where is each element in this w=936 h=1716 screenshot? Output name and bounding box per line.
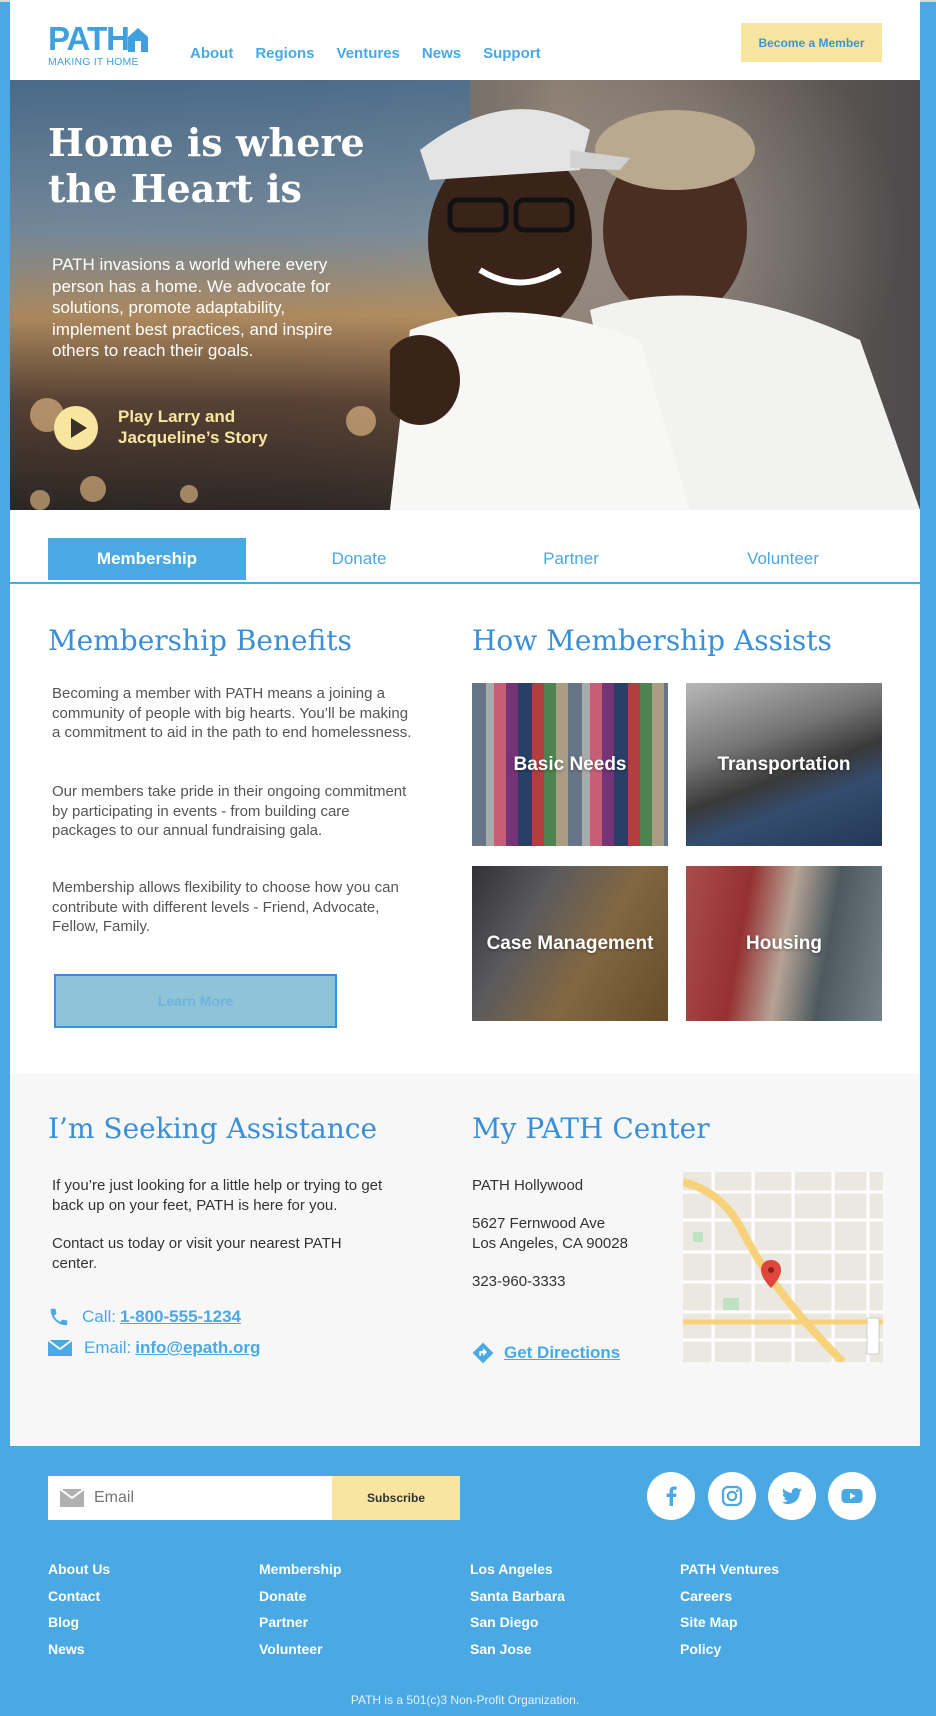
mail-icon [48,1339,72,1356]
seeking-title: I’m Seeking Assistance [48,1112,378,1145]
footer-link[interactable]: Los Angeles [470,1556,565,1583]
benefits-title: Membership Benefits [48,624,352,657]
email-link[interactable]: info@epath.org [135,1338,260,1358]
site-header: PATH MAKING IT HOME About Regions Ventur… [10,2,920,80]
call-label: Call: [82,1307,117,1326]
footer-link[interactable]: Partner [259,1609,341,1636]
footer-column-regions: Los Angeles Santa Barbara San Diego San … [470,1556,565,1662]
site-footer: Subscribe About Us Contact Blog News Mem… [10,1446,920,1716]
footer-link[interactable]: San Jose [470,1636,565,1663]
tile-housing[interactable]: Housing [686,866,882,1021]
nav-about[interactable]: About [190,45,233,62]
subscribe-button[interactable]: Subscribe [332,1476,460,1520]
become-member-button[interactable]: Become a Member [741,23,882,62]
facebook-icon[interactable] [647,1472,695,1520]
benefits-paragraph: Our members take pride in their ongoing … [52,783,407,839]
nav-regions[interactable]: Regions [255,45,314,62]
seeking-paragraph: If you’re just looking for a little help… [52,1177,383,1214]
footer-link[interactable]: About Us [48,1556,110,1583]
twitter-icon[interactable] [768,1472,816,1520]
learn-more-button[interactable]: Learn More [54,974,337,1028]
nonprofit-note: PATH is a 501(c)3 Non-Profit Organizatio… [350,1693,580,1707]
map-graphic [683,1172,883,1362]
directions-icon [472,1342,494,1364]
center-address-line1: 5627 Fernwood Ave [472,1215,606,1232]
logo-tagline: MAKING IT HOME [48,56,139,68]
path-logo[interactable]: PATH MAKING IT HOME [48,22,158,68]
email-row: Email: info@epath.org [48,1338,260,1358]
footer-column-organization: PATH Ventures Careers Site Map Policy [680,1556,779,1662]
tile-transportation[interactable]: Transportation [686,683,882,846]
footer-link[interactable]: Donate [259,1583,341,1610]
hero-title: Home is where the Heart is [48,120,365,211]
hero-description: PATH invasions a world where every perso… [52,255,333,360]
footer-link[interactable]: Site Map [680,1609,779,1636]
hero-photo-couple [390,109,920,510]
footer-link[interactable]: News [48,1636,110,1663]
benefits-paragraph: Membership allows flexibility to choose … [52,879,399,935]
play-icon[interactable] [54,406,98,450]
nav-support[interactable]: Support [483,45,541,62]
bokeh-light [346,406,376,436]
youtube-icon[interactable] [828,1472,876,1520]
directions-row: Get Directions [472,1342,620,1364]
tile-basic-needs[interactable]: Basic Needs [472,683,668,846]
page: PATH MAKING IT HOME About Regions Ventur… [10,0,920,1716]
center-title: My PATH Center [472,1112,710,1145]
tab-donate[interactable]: Donate [260,538,458,580]
footer-column-about: About Us Contact Blog News [48,1556,110,1662]
footer-link[interactable]: Contact [48,1583,110,1610]
tile-label: Transportation [717,753,851,775]
footer-link[interactable]: Volunteer [259,1636,341,1663]
seeking-paragraph: Contact us today or visit your nearest P… [52,1235,342,1272]
phone-link[interactable]: 1-800-555-1234 [120,1307,241,1327]
tab-volunteer[interactable]: Volunteer [684,538,882,580]
phone-icon [50,1308,68,1326]
footer-link[interactable]: Careers [680,1583,779,1610]
benefits-paragraph: Becoming a member with PATH means a join… [52,685,412,741]
footer-link[interactable]: Santa Barbara [470,1583,565,1610]
get-directions-link[interactable]: Get Directions [504,1343,620,1363]
center-name: PATH Hollywood [472,1177,584,1194]
hero-banner: Home is where the Heart is PATH invasion… [10,80,920,510]
footer-column-engage: Membership Donate Partner Volunteer [259,1556,341,1662]
footer-link[interactable]: PATH Ventures [680,1556,779,1583]
bokeh-light [80,476,106,502]
nav-news[interactable]: News [422,45,461,62]
footer-link[interactable]: San Diego [470,1609,565,1636]
footer-link[interactable]: Policy [680,1636,779,1663]
tile-case-management[interactable]: Case Management [472,866,668,1021]
nav-ventures[interactable]: Ventures [337,45,400,62]
bokeh-light [180,485,198,503]
logo-house-icon [128,28,148,52]
location-map[interactable] [683,1172,883,1362]
play-story-link[interactable]: Play Larry and Jacqueline’s Story [118,406,318,448]
footer-link[interactable]: Membership [259,1556,341,1583]
bokeh-light [30,490,50,510]
main-nav: About Regions Ventures News Support [190,45,563,62]
center-phone: 323-960-3333 [472,1273,566,1290]
logo-wordmark: PATH [48,20,130,57]
call-row: Call: 1-800-555-1234 [48,1306,241,1328]
newsletter-form [48,1476,332,1520]
instagram-icon[interactable] [708,1472,756,1520]
tab-partner[interactable]: Partner [472,538,670,580]
footer-link[interactable]: Blog [48,1609,110,1636]
newsletter-email-input[interactable] [94,1476,324,1520]
tile-label: Basic Needs [513,753,627,775]
tab-membership[interactable]: Membership [48,538,246,580]
mail-icon [60,1489,84,1507]
email-label: Email: [84,1338,132,1357]
center-address-line2: Los Angeles, CA 90028 [472,1235,628,1252]
engagement-tabs: Membership Donate Partner Volunteer [10,510,920,584]
assists-title: How Membership Assists [472,624,832,657]
tile-label: Case Management [486,932,654,954]
tile-label: Housing [746,932,822,954]
